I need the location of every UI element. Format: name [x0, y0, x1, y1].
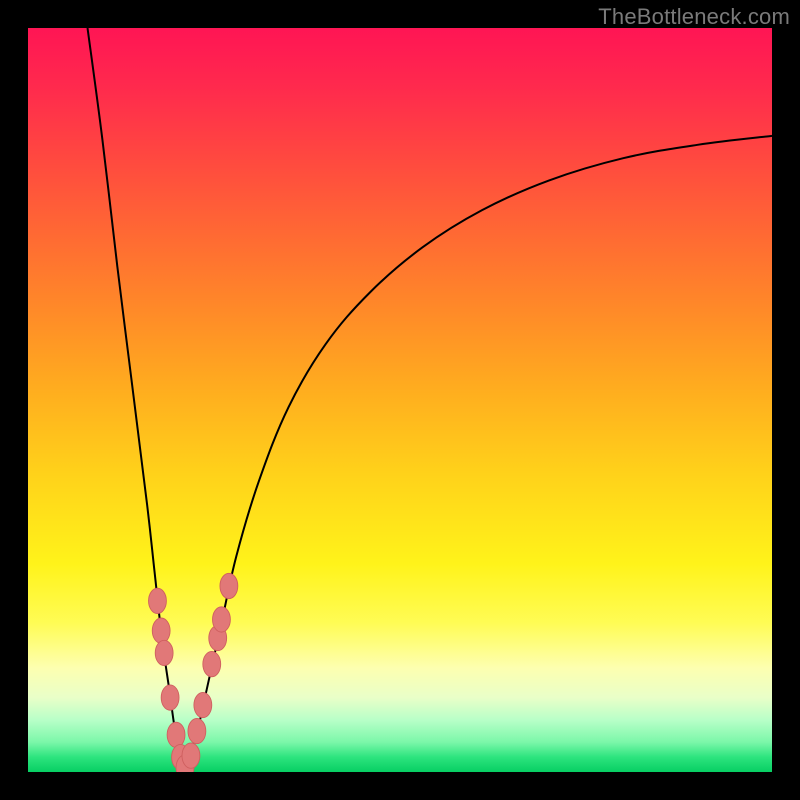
- outer-frame: TheBottleneck.com: [0, 0, 800, 800]
- bottleneck-curve: [88, 28, 772, 768]
- data-marker: [188, 718, 206, 743]
- data-marker: [194, 692, 212, 717]
- data-marker: [182, 743, 200, 768]
- data-marker: [149, 588, 167, 613]
- data-marker: [155, 640, 173, 665]
- watermark-text: TheBottleneck.com: [598, 4, 790, 30]
- data-marker: [152, 618, 170, 643]
- plot-area: [28, 28, 772, 772]
- chart-svg: [28, 28, 772, 772]
- data-marker: [161, 685, 179, 710]
- data-marker: [203, 651, 221, 676]
- data-marker: [167, 722, 185, 747]
- data-marker: [220, 573, 238, 598]
- data-marker: [213, 607, 231, 632]
